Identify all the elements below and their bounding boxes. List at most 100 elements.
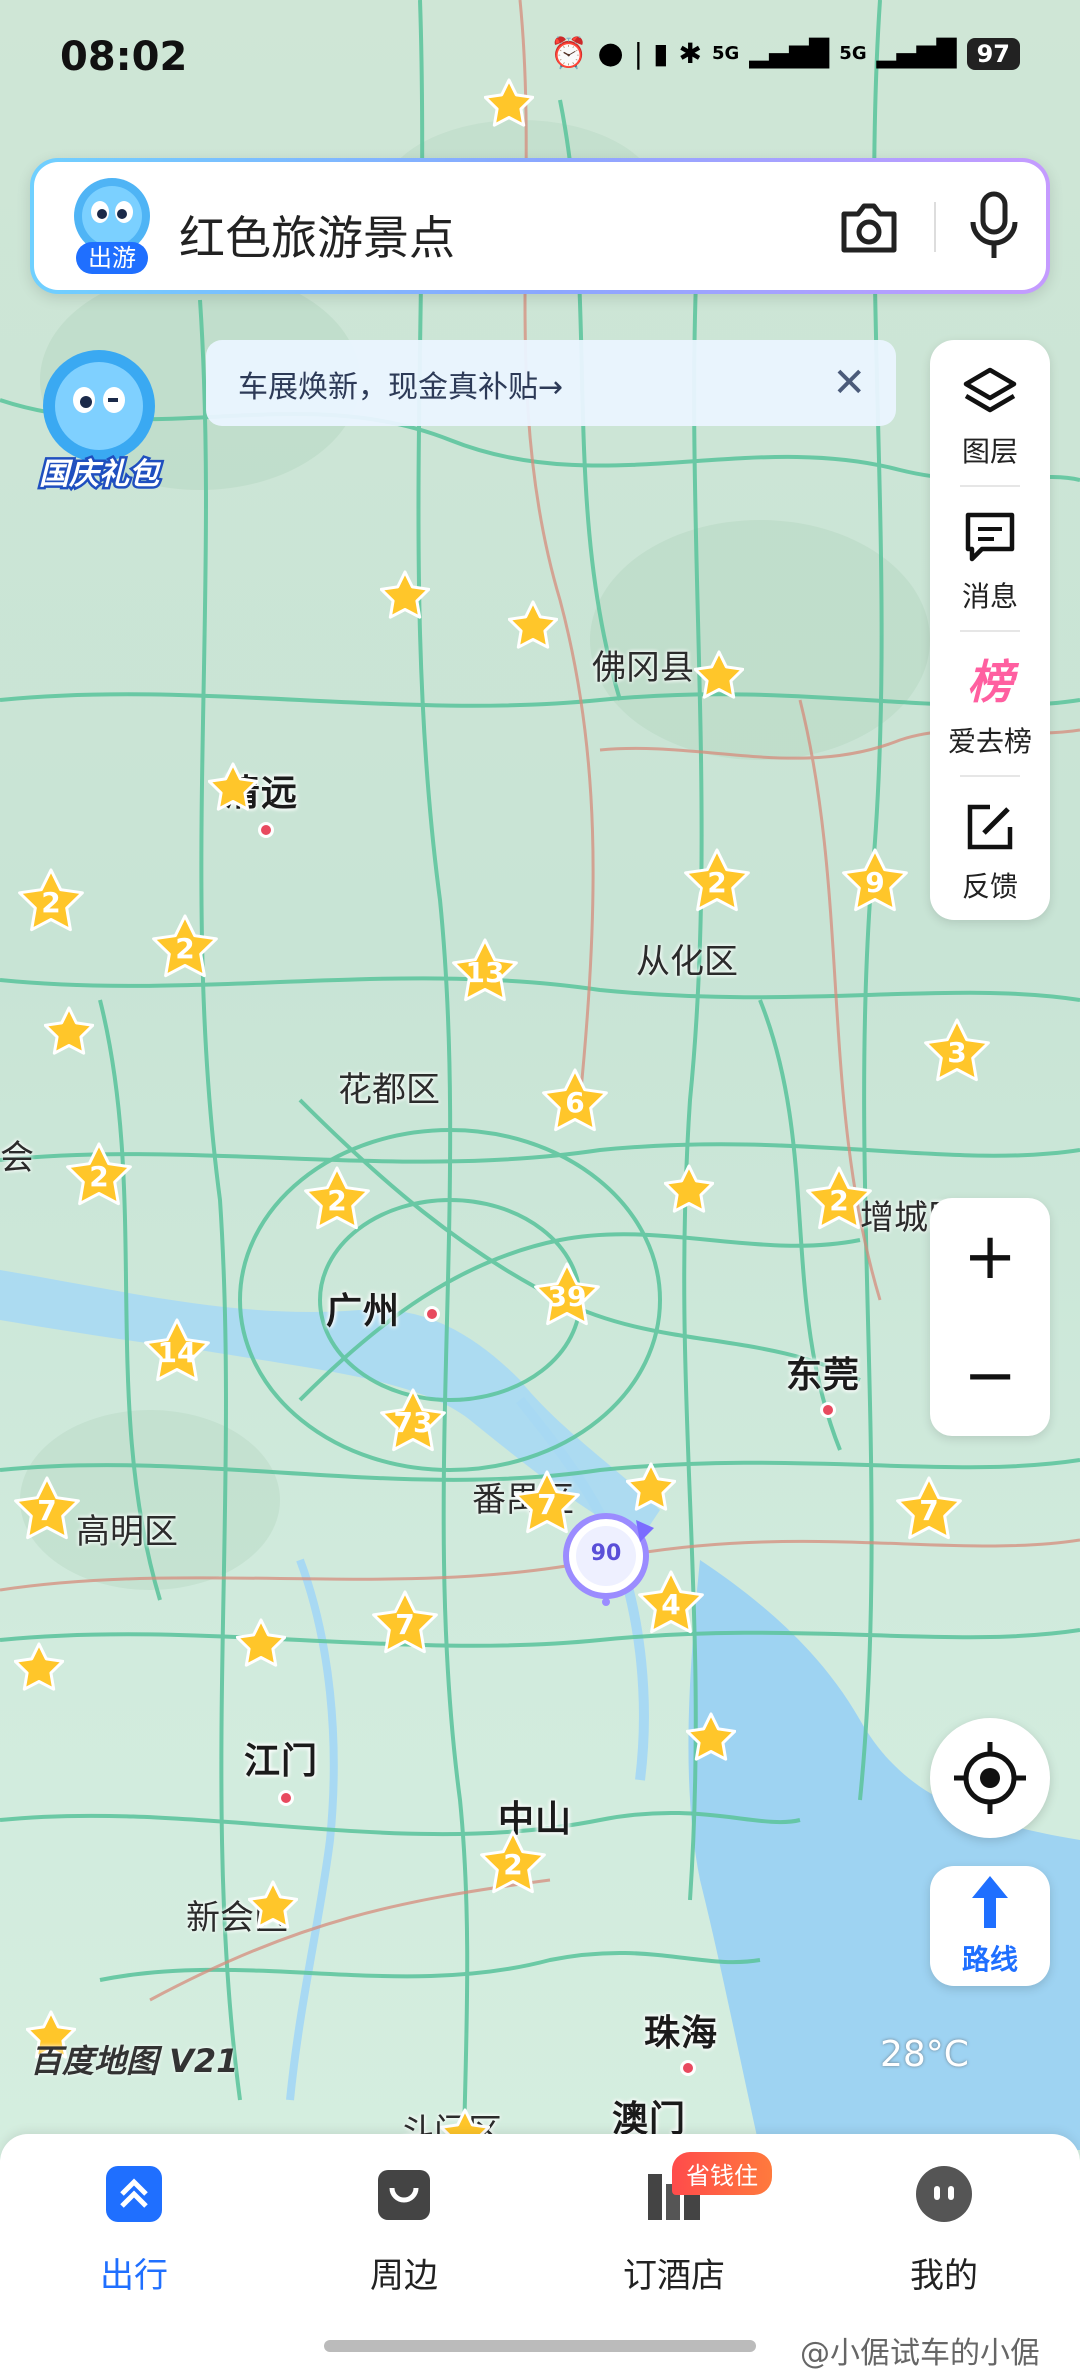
poi-star-count: 73 <box>393 1406 433 1439</box>
zoom-controls: + − <box>930 1198 1050 1436</box>
poi-star-cluster[interactable]: 2 <box>480 1830 546 1896</box>
poi-star-cluster[interactable]: 2 <box>684 848 750 914</box>
poi-star-cluster[interactable]: 7 <box>14 1476 80 1542</box>
city-label-guangzhou[interactable]: 广州 <box>326 1282 400 1334</box>
home-indicator[interactable] <box>324 2340 756 2352</box>
close-icon[interactable]: ✕ <box>832 360 866 406</box>
route-button[interactable]: 路线 <box>930 1866 1050 1986</box>
city-label-dongguan[interactable]: 东莞 <box>786 1346 860 1398</box>
poi-star-cluster[interactable]: 39 <box>534 1262 600 1328</box>
poi-star[interactable] <box>236 1618 286 1668</box>
poi-star-cluster[interactable]: 2 <box>18 868 84 934</box>
poi-star-count: 3 <box>947 1036 967 1069</box>
poi-star-count: 2 <box>707 866 727 899</box>
promo-text[interactable]: 车展焕新，现金真补贴→ <box>238 362 563 406</box>
tool-label: 图层 <box>961 435 1018 468</box>
poi-star[interactable] <box>14 1642 64 1692</box>
poi-star-cluster[interactable]: 14 <box>144 1318 210 1384</box>
zoom-out-button[interactable]: − <box>930 1317 1050 1436</box>
promo-banner[interactable]: 车展焕新，现金真补贴→ ✕ <box>206 340 896 426</box>
poi-star[interactable] <box>44 1006 94 1056</box>
city-dot <box>258 822 274 838</box>
profile-icon <box>914 2164 974 2224</box>
gift-label: 国庆礼包 <box>39 457 162 492</box>
nav-label: 周边 <box>370 2256 438 2296</box>
travel-icon <box>104 2164 164 2224</box>
signal-label-2: 5G <box>839 43 867 64</box>
poi-star-count: 7 <box>37 1494 57 1527</box>
poi-star-cluster[interactable]: 2 <box>66 1142 132 1208</box>
map-tools-panel: 图层 消息 榜 爱去榜 反馈 <box>930 340 1050 920</box>
holiday-gift-icon[interactable]: 国庆礼包 <box>24 344 174 495</box>
poi-star-count: 6 <box>565 1086 585 1119</box>
district-label[interactable]: 花都区 <box>338 1062 440 1111</box>
tool-feedback[interactable]: 反馈 <box>930 775 1050 920</box>
feedback-icon <box>960 797 1020 857</box>
poi-star-count: 2 <box>175 932 195 965</box>
poi-star[interactable] <box>694 650 744 700</box>
poi-star-cluster[interactable]: 6 <box>542 1068 608 1134</box>
poi-star[interactable] <box>380 570 430 620</box>
search-input[interactable]: 红色旅游景点 <box>179 202 455 268</box>
nav-travel[interactable]: 出行 <box>34 2164 234 2296</box>
locate-icon <box>954 1742 1026 1814</box>
city-label-zhuhai[interactable]: 珠海 <box>644 2004 718 2056</box>
route-arrow-icon <box>972 1876 1008 1928</box>
status-bar: 08:02 ⏰ ● | ▮ ✱ 5G ▂▄▆█ 5G ▂▄▆█ 97 <box>0 0 1080 120</box>
alarm-icon: ⏰ <box>550 36 588 71</box>
tool-label: 消息 <box>961 580 1018 613</box>
poi-star[interactable] <box>208 762 258 812</box>
poi-star-cluster[interactable]: 9 <box>842 848 908 914</box>
poi-star-cluster[interactable]: 3 <box>924 1018 990 1084</box>
poi-star-count: 2 <box>829 1184 849 1217</box>
city-dot <box>278 1790 294 1806</box>
district-label[interactable]: 会 <box>0 1130 34 1179</box>
layers-icon <box>960 362 1020 422</box>
tool-layers[interactable]: 图层 <box>930 340 1050 485</box>
locate-button[interactable] <box>930 1718 1050 1838</box>
district-label[interactable]: 高明区 <box>76 1504 178 1553</box>
weather-label[interactable]: 28°C <box>880 2034 969 2075</box>
poi-star-count: 14 <box>157 1336 197 1369</box>
mascot-icon[interactable]: 出游 <box>68 176 156 276</box>
poi-star-count: 39 <box>547 1280 587 1313</box>
city-dot <box>680 2060 696 2076</box>
district-label[interactable]: 从化区 <box>636 934 738 983</box>
poi-star-cluster[interactable]: 73 <box>380 1388 446 1454</box>
poi-star-count: 2 <box>503 1848 523 1881</box>
poi-star[interactable] <box>508 600 558 650</box>
poi-star-cluster[interactable]: 2 <box>806 1166 872 1232</box>
system-icons: ⏰ ● | ▮ ✱ 5G ▂▄▆█ 5G ▂▄▆█ 97 <box>550 36 1020 71</box>
poi-star[interactable] <box>664 1164 714 1214</box>
poi-star-cluster[interactable]: 7 <box>896 1476 962 1542</box>
watermark: @小倨试车的小倨 <box>800 2336 1040 2371</box>
zoom-in-button[interactable]: + <box>930 1198 1050 1317</box>
poi-star[interactable] <box>248 1880 298 1930</box>
nearby-icon <box>374 2164 434 2224</box>
signal-bars-icon: ▂▄▆█ <box>749 38 830 69</box>
poi-star-cluster[interactable]: 2 <box>304 1166 370 1232</box>
poi-star-count: 2 <box>89 1160 109 1193</box>
tool-messages[interactable]: 消息 <box>930 485 1050 630</box>
poi-star[interactable] <box>686 1712 736 1762</box>
city-dot <box>820 1402 836 1418</box>
city-label-jiangmen[interactable]: 江门 <box>244 1732 318 1784</box>
mascot-label: 出游 <box>88 244 136 272</box>
poi-star-count: 9 <box>865 866 885 899</box>
poi-star-cluster[interactable]: 7 <box>372 1590 438 1656</box>
city-dot <box>424 1306 440 1322</box>
nav-nearby[interactable]: 周边 <box>304 2164 504 2296</box>
tool-ranking[interactable]: 榜 爱去榜 <box>930 630 1050 775</box>
status-time: 08:02 <box>60 34 188 80</box>
nav-profile[interactable]: 我的 <box>844 2164 1044 2296</box>
camera-icon[interactable] <box>834 192 904 262</box>
bluetooth-icon: ✱ <box>678 37 702 70</box>
user-location-marker[interactable]: 90 <box>560 1510 656 1606</box>
district-label[interactable]: 佛冈县 <box>592 640 694 689</box>
poi-star-cluster[interactable]: 2 <box>152 914 218 980</box>
microphone-icon[interactable] <box>959 188 1029 264</box>
poi-star[interactable] <box>626 1462 676 1512</box>
search-bar[interactable]: 出游 红色旅游景点 <box>30 158 1050 294</box>
poi-star-count: 2 <box>327 1184 347 1217</box>
poi-star-cluster[interactable]: 13 <box>452 938 518 1004</box>
